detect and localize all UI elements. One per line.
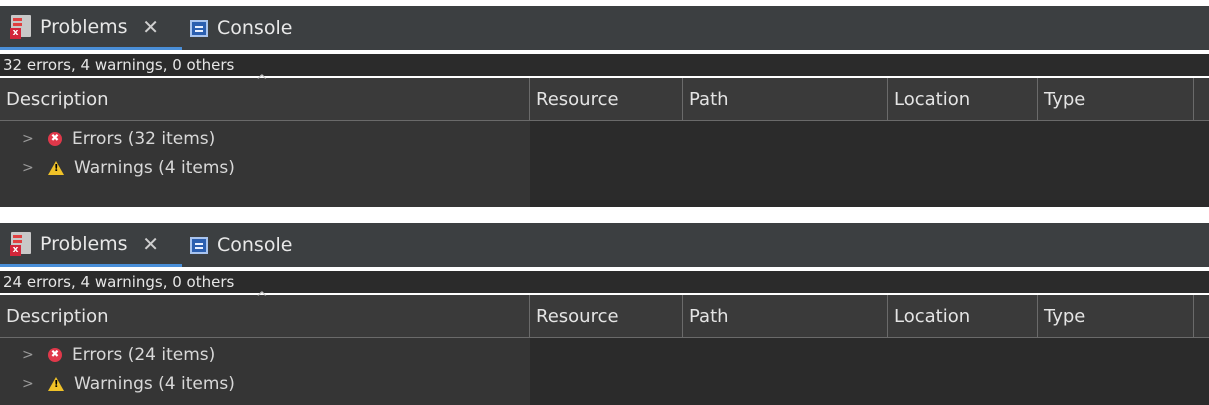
- error-icon: ✖: [48, 347, 62, 362]
- tree-row-warnings[interactable]: > ! Warnings (4 items): [0, 153, 530, 182]
- tree-row-errors[interactable]: > ✖ Errors (24 items): [0, 340, 530, 369]
- warning-icon: !: [48, 160, 64, 175]
- close-icon[interactable]: ✕: [142, 232, 160, 256]
- chevron-right-icon[interactable]: >: [22, 160, 36, 176]
- column-location[interactable]: Location: [888, 78, 1038, 120]
- column-location[interactable]: Location: [888, 295, 1038, 337]
- column-description[interactable]: ^ Description: [0, 74, 530, 120]
- column-description[interactable]: ^ Description: [0, 291, 530, 337]
- column-label: Description: [6, 89, 109, 110]
- tab-console[interactable]: Console: [190, 223, 320, 267]
- tree-row-errors[interactable]: > ✖ Errors (32 items): [0, 124, 530, 153]
- tree-row-label: Errors (32 items): [72, 128, 216, 149]
- table-body: > ✖ Errors (24 items) > ! Warnings (4 it…: [0, 338, 1209, 405]
- column-resource[interactable]: Resource: [530, 295, 683, 337]
- problems-summary: 24 errors, 4 warnings, 0 others: [0, 271, 1209, 293]
- error-icon: ✖: [48, 131, 62, 146]
- table-body: > ✖ Errors (32 items) > ! Warnings (4 it…: [0, 121, 1209, 207]
- column-type[interactable]: Type: [1038, 295, 1194, 337]
- table-header: ^ Description Resource Path Location Typ…: [0, 291, 1209, 338]
- problems-panel-2: x Problems ✕ Console 24 errors, 4 warnin…: [0, 223, 1209, 405]
- sort-ascending-icon: ^: [256, 73, 268, 89]
- column-path[interactable]: Path: [683, 295, 888, 337]
- column-path[interactable]: Path: [683, 78, 888, 120]
- column-label: Type: [1044, 306, 1086, 327]
- column-filler: [1194, 295, 1209, 337]
- chevron-right-icon[interactable]: >: [22, 131, 36, 147]
- sort-ascending-icon: ^: [256, 290, 268, 306]
- table-header: ^ Description Resource Path Location Typ…: [0, 74, 1209, 121]
- column-type[interactable]: Type: [1038, 78, 1194, 120]
- problems-panel-1: x Problems ✕ Console 32 errors, 4 warnin…: [0, 6, 1209, 207]
- tab-console-label: Console: [217, 17, 293, 39]
- tree-row-label: Warnings (4 items): [74, 157, 235, 178]
- tab-problems-label: Problems: [40, 15, 128, 38]
- column-label: Path: [689, 89, 729, 110]
- tree-row-label: Errors (24 items): [72, 344, 216, 365]
- tree-row-label: Warnings (4 items): [74, 373, 235, 394]
- problems-summary: 32 errors, 4 warnings, 0 others: [0, 54, 1209, 76]
- column-filler: [1194, 78, 1209, 120]
- problems-icon: x: [10, 231, 32, 256]
- console-icon: [190, 19, 208, 37]
- chevron-right-icon[interactable]: >: [22, 376, 36, 392]
- column-label: Path: [689, 306, 729, 327]
- problems-table: ^ Description Resource Path Location Typ…: [0, 291, 1209, 405]
- problems-table: ^ Description Resource Path Location Typ…: [0, 74, 1209, 207]
- console-icon: [190, 236, 208, 254]
- column-label: Location: [894, 89, 971, 110]
- tab-console[interactable]: Console: [190, 6, 320, 50]
- tab-problems[interactable]: x Problems ✕: [0, 223, 182, 267]
- problems-icon: x: [10, 14, 32, 39]
- column-label: Type: [1044, 89, 1086, 110]
- tab-problems-label: Problems: [40, 232, 128, 255]
- column-label: Description: [6, 306, 109, 327]
- column-resource[interactable]: Resource: [530, 78, 683, 120]
- tab-problems[interactable]: x Problems ✕: [0, 6, 182, 50]
- warning-icon: !: [48, 376, 64, 391]
- column-label: Resource: [536, 306, 619, 327]
- tab-console-label: Console: [217, 234, 293, 256]
- chevron-right-icon[interactable]: >: [22, 347, 36, 363]
- tab-bar: x Problems ✕ Console: [0, 6, 1209, 50]
- column-label: Resource: [536, 89, 619, 110]
- tree-row-warnings[interactable]: > ! Warnings (4 items): [0, 369, 530, 398]
- column-label: Location: [894, 306, 971, 327]
- close-icon[interactable]: ✕: [142, 15, 160, 39]
- tab-bar: x Problems ✕ Console: [0, 223, 1209, 267]
